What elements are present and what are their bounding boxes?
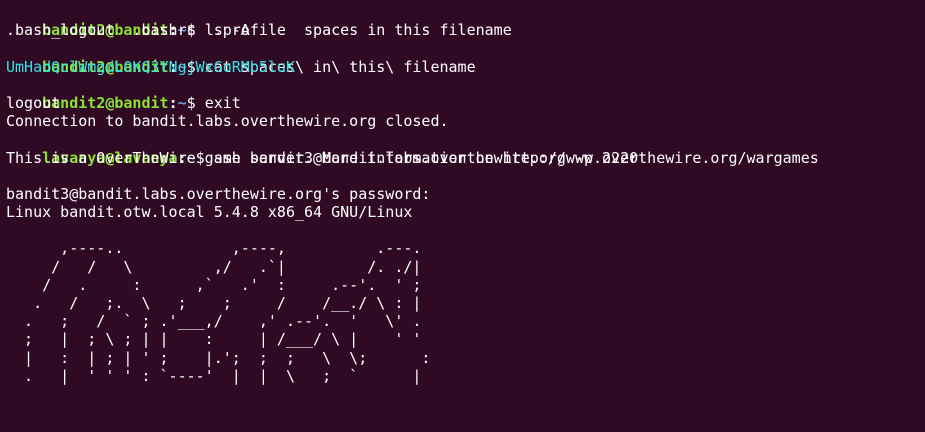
command-text: exit bbox=[204, 93, 241, 112]
ascii-art-line: . ; / ` ; .'___,/ ,' .--'. ' \' . bbox=[6, 312, 422, 331]
prompt-path: ~ bbox=[177, 93, 187, 112]
ascii-art-line: ,----.. ,----, .---. bbox=[6, 239, 422, 258]
ascii-art-line: . | ' ' ' : `----' | | \ ; ` | bbox=[6, 366, 422, 385]
ascii-art-line: / . : ,` .' : .--'. ' ; bbox=[6, 275, 422, 294]
terminal-window[interactable]: bandit2@bandit:~$ ls -A .bash_logout .ba… bbox=[0, 0, 925, 432]
ascii-art-line: . / ;. \ ; ; / /__./ \ : | bbox=[6, 294, 422, 312]
prompt-line: bandit2@bandit:~$ ls -A bbox=[6, 3, 925, 39]
output-line: .bash_logout .bashrc .profile spaces in … bbox=[6, 21, 512, 40]
output-line: This is a OverTheWire game server. More … bbox=[6, 148, 819, 167]
prompt-line: lavanya@lavanya:~$ ssh bandit3@bandit.la… bbox=[6, 130, 925, 167]
prompt-symbol: $ bbox=[186, 93, 205, 112]
prompt-separator: : bbox=[168, 93, 178, 112]
password-prompt-line: bandit3@bandit.labs.overthewire.org's pa… bbox=[6, 184, 431, 203]
output-line: Linux bandit.otw.local 5.4.8 x86_64 GNU/… bbox=[6, 203, 413, 222]
ascii-art-line: ; | ; \ ; | | : | /___/ \ | ' ' bbox=[6, 330, 422, 349]
prompt-user-host: bandit2@bandit bbox=[42, 93, 169, 112]
output-line: Connection to bandit.labs.overthewire.or… bbox=[6, 112, 449, 131]
prompt-line: bandit2@bandit:~$ exit bbox=[6, 76, 925, 112]
prompt-line: bandit2@bandit:~$ cat spaces\ in\ this\ … bbox=[6, 39, 925, 76]
ascii-art-line: | : | ; | ' ; |.'; ; ; \ \; : bbox=[6, 348, 431, 367]
ascii-art-line: / / \ ,/ .`| /. ./| bbox=[6, 257, 422, 276]
